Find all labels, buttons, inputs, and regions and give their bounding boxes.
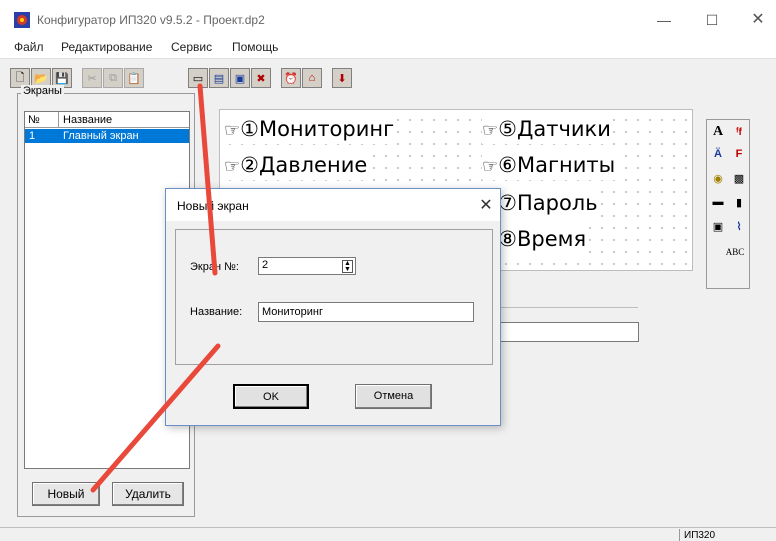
copy-icon[interactable]: ⧉	[103, 68, 123, 88]
window-title: Конфигуратор ИП320 v9.5.2 - Проект.dp2	[37, 13, 265, 27]
spin-arrows-icon[interactable]: ▲ ▼	[342, 260, 353, 273]
dialog-fields-panel	[175, 229, 493, 365]
screen-number-stepper[interactable]: 2 ▲ ▼	[258, 257, 356, 275]
column-header-name[interactable]: Название	[61, 112, 112, 128]
screens-group-title: Экраны	[21, 85, 64, 97]
list-item[interactable]: 1 Главный экран	[25, 129, 189, 143]
preview-number: ⑤	[498, 117, 517, 141]
preview-number: ⑥	[498, 153, 517, 177]
preview-label: Магниты	[516, 153, 616, 177]
pointing-hand-icon: ☞	[224, 156, 241, 177]
preview-item[interactable]: ☞⑥Магниты	[482, 152, 616, 180]
variable-text-icon[interactable]: Ä	[708, 144, 728, 164]
status-device: ИП320	[679, 529, 776, 541]
list-item-number: 1	[29, 130, 36, 142]
screen-copy-icon[interactable]: ▣	[230, 68, 250, 88]
delete-screen-button[interactable]: Удалить	[112, 482, 184, 506]
column-header-number[interactable]: №	[25, 112, 59, 128]
menu-help[interactable]: Помощь	[232, 40, 278, 54]
indicator-icon[interactable]: ▬	[708, 192, 728, 212]
button-icon[interactable]: ▣	[708, 216, 728, 236]
list-item-name: Главный экран	[63, 130, 139, 142]
download-icon[interactable]: ⬇	[332, 68, 352, 88]
dialog-close-icon[interactable]: ✕	[476, 195, 496, 215]
name-value: Мониторинг	[262, 306, 324, 318]
menu-file[interactable]: Файл	[14, 40, 44, 54]
delete-screen-icon[interactable]: ✖	[251, 68, 271, 88]
ok-button[interactable]: OK	[233, 384, 309, 409]
lamp-icon[interactable]: ◉	[708, 168, 728, 188]
image-icon[interactable]: ▩	[729, 168, 749, 188]
name-label: Название:	[190, 306, 243, 318]
preview-item[interactable]: ☞①Мониторинг	[224, 116, 395, 144]
pointing-hand-icon: ☞	[224, 120, 241, 141]
preview-label: Давление	[258, 153, 368, 177]
pointing-hand-icon: ☞	[482, 156, 499, 177]
graph-icon[interactable]: ⌇	[729, 216, 749, 236]
new-screen-button[interactable]: Новый	[32, 482, 100, 506]
formula-tool-icon[interactable]: ᶠf	[729, 122, 749, 142]
screen-number-label: Экран №:	[190, 261, 239, 273]
preview-number: ②	[240, 153, 259, 177]
alarm-icon[interactable]: ⏰	[281, 68, 301, 88]
text-tool-icon[interactable]: A	[708, 122, 728, 142]
menu-service[interactable]: Сервис	[171, 40, 212, 54]
minimize-button[interactable]: —	[646, 8, 682, 32]
preview-label: Датчики	[516, 117, 611, 141]
bitmap-text-icon[interactable]: F	[729, 144, 749, 164]
dialog-title-bar: Новый экран ✕	[166, 189, 500, 221]
abc-tool-icon[interactable]: ABC	[725, 242, 745, 262]
bar-icon[interactable]: ▮	[729, 192, 749, 212]
preview-item[interactable]: ☞②Давление	[224, 152, 368, 180]
paste-icon[interactable]: 📋	[124, 68, 144, 88]
home-icon[interactable]: ⌂	[302, 68, 322, 88]
app-icon	[14, 12, 30, 28]
menu-bar: Файл Редактирование Сервис Помощь	[0, 38, 776, 58]
preview-label: Пароль	[516, 191, 598, 215]
new-screen-icon[interactable]: ▭	[188, 68, 208, 88]
preview-label: Мониторинг	[258, 117, 395, 141]
divider	[498, 307, 638, 308]
name-field[interactable]: Мониторинг	[258, 302, 474, 322]
screen-number-value: 2	[262, 259, 269, 271]
status-bar: ИП320	[0, 527, 776, 541]
screen-properties-icon[interactable]: ▤	[209, 68, 229, 88]
property-field[interactable]	[498, 322, 639, 342]
preview-item[interactable]: ☞⑤Датчики	[482, 116, 611, 144]
maximize-button[interactable]: ☐	[694, 8, 730, 32]
element-tools-panel: A ᶠf Ä F ◉ ▩ ▬ ▮ ▣ ⌇ ABC	[706, 119, 750, 289]
menu-edit[interactable]: Редактирование	[61, 40, 152, 54]
new-screen-dialog: Новый экран ✕ Экран №: 2 ▲ ▼ Название: Мо…	[165, 188, 501, 426]
close-window-button[interactable]: ✕	[740, 8, 776, 32]
preview-number: ①	[240, 117, 259, 141]
cut-icon[interactable]: ✂	[82, 68, 102, 88]
pointing-hand-icon: ☞	[482, 120, 499, 141]
list-header: № Название	[25, 112, 189, 128]
dialog-title: Новый экран	[177, 199, 249, 213]
cancel-button[interactable]: Отмена	[355, 384, 432, 409]
preview-label: Время	[516, 227, 587, 251]
title-bar: Конфигуратор ИП320 v9.5.2 - Проект.dp2 —…	[0, 0, 776, 38]
